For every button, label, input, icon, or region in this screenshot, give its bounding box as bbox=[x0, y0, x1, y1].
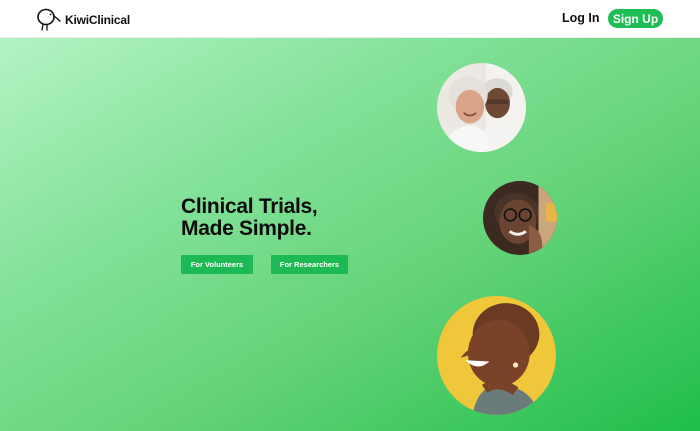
kiwi-bird-logo-icon bbox=[37, 8, 61, 31]
hero-section: Clinical Trials, Made Simple. For Volunt… bbox=[0, 38, 700, 431]
signup-button[interactable]: Sign Up bbox=[608, 9, 663, 28]
for-volunteers-button[interactable]: For Volunteers bbox=[181, 255, 253, 274]
elderly-couple-photo bbox=[437, 63, 526, 152]
hero-title-line-1: Clinical Trials, bbox=[181, 195, 318, 218]
login-link[interactable]: Log In bbox=[562, 11, 600, 25]
smiling-woman-photo bbox=[437, 296, 556, 415]
top-navbar: KiwiClinical Log In Sign Up bbox=[0, 0, 700, 38]
for-researchers-button[interactable]: For Researchers bbox=[271, 255, 348, 274]
brand-name: KiwiClinical bbox=[65, 13, 130, 27]
brand-home-link[interactable]: KiwiClinical bbox=[36, 8, 130, 32]
hero-title: Clinical Trials, Made Simple. bbox=[181, 195, 318, 240]
hero-title-line-2: Made Simple. bbox=[181, 217, 312, 240]
elderly-woman-glasses-photo bbox=[483, 181, 557, 255]
